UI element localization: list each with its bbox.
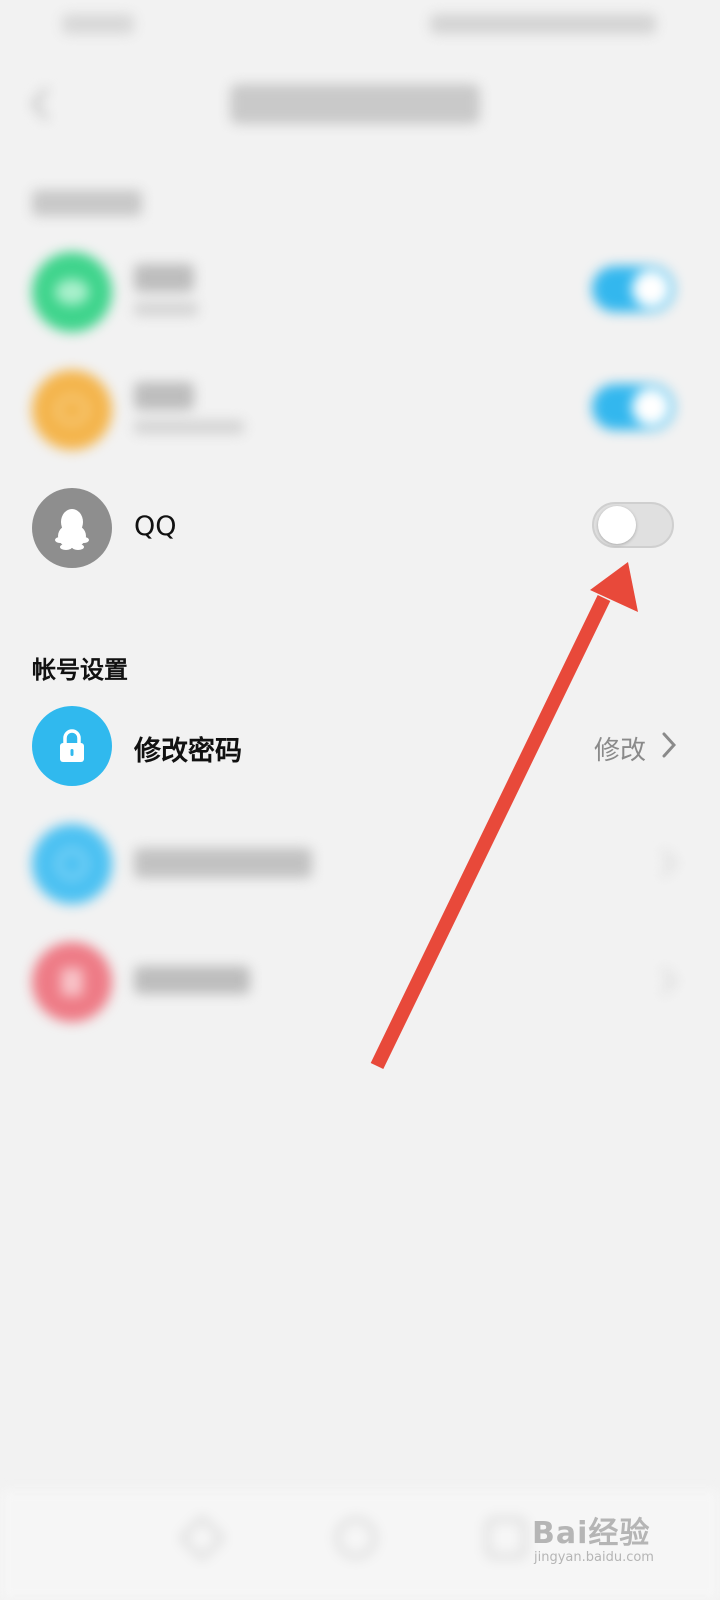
- wechat-sub: [134, 302, 198, 316]
- lock-icon: [32, 706, 112, 786]
- status-bar: [0, 0, 720, 44]
- device-row[interactable]: [0, 814, 720, 914]
- status-time: [62, 14, 134, 34]
- weibo-sub: [134, 420, 244, 434]
- annotation-arrow: [370, 562, 638, 1070]
- watermark-url: jingyan.baidu.com: [534, 1550, 654, 1565]
- status-indicators: [430, 14, 656, 34]
- device-label: [134, 848, 312, 878]
- chevron-right-icon: [662, 732, 676, 758]
- section-label-account: 帐号设置: [32, 656, 128, 684]
- wechat-toggle[interactable]: [592, 266, 674, 312]
- wechat-label: [134, 264, 194, 292]
- qq-toggle[interactable]: [592, 502, 674, 548]
- qq-penguin-icon: [32, 488, 112, 568]
- delete-label: [134, 966, 250, 994]
- nav-recents-icon[interactable]: [486, 1518, 526, 1558]
- change-password-action[interactable]: 修改: [594, 730, 646, 767]
- delete-icon: [32, 942, 112, 1022]
- device-icon: [32, 824, 112, 904]
- nav-home-icon[interactable]: [336, 1518, 376, 1558]
- binding-row-wechat: [0, 242, 720, 342]
- back-arrow-icon[interactable]: [28, 86, 52, 122]
- section-label-binding: [32, 190, 142, 216]
- page-title: [230, 84, 480, 124]
- weibo-icon: [32, 370, 112, 450]
- header: [0, 64, 720, 144]
- delete-account-row[interactable]: [0, 932, 720, 1032]
- wechat-icon: [32, 252, 112, 332]
- chevron-right-icon: [662, 850, 676, 876]
- change-password-title: 修改密码: [134, 736, 242, 767]
- weibo-label: [134, 382, 194, 410]
- nav-back-icon[interactable]: [179, 1515, 225, 1561]
- change-password-row[interactable]: 修改密码 修改: [0, 696, 720, 796]
- watermark-brand: Bai经验: [532, 1516, 651, 1551]
- chevron-right-icon: [662, 968, 676, 994]
- qq-toggle-knob: [598, 506, 636, 544]
- binding-row-qq: QQ: [0, 478, 720, 578]
- qq-label: QQ: [134, 511, 177, 542]
- binding-row-weibo: [0, 360, 720, 460]
- weibo-toggle[interactable]: [592, 384, 674, 430]
- baidu-jingyan-watermark: Bai经验 jingyan.baidu.com: [532, 1500, 682, 1570]
